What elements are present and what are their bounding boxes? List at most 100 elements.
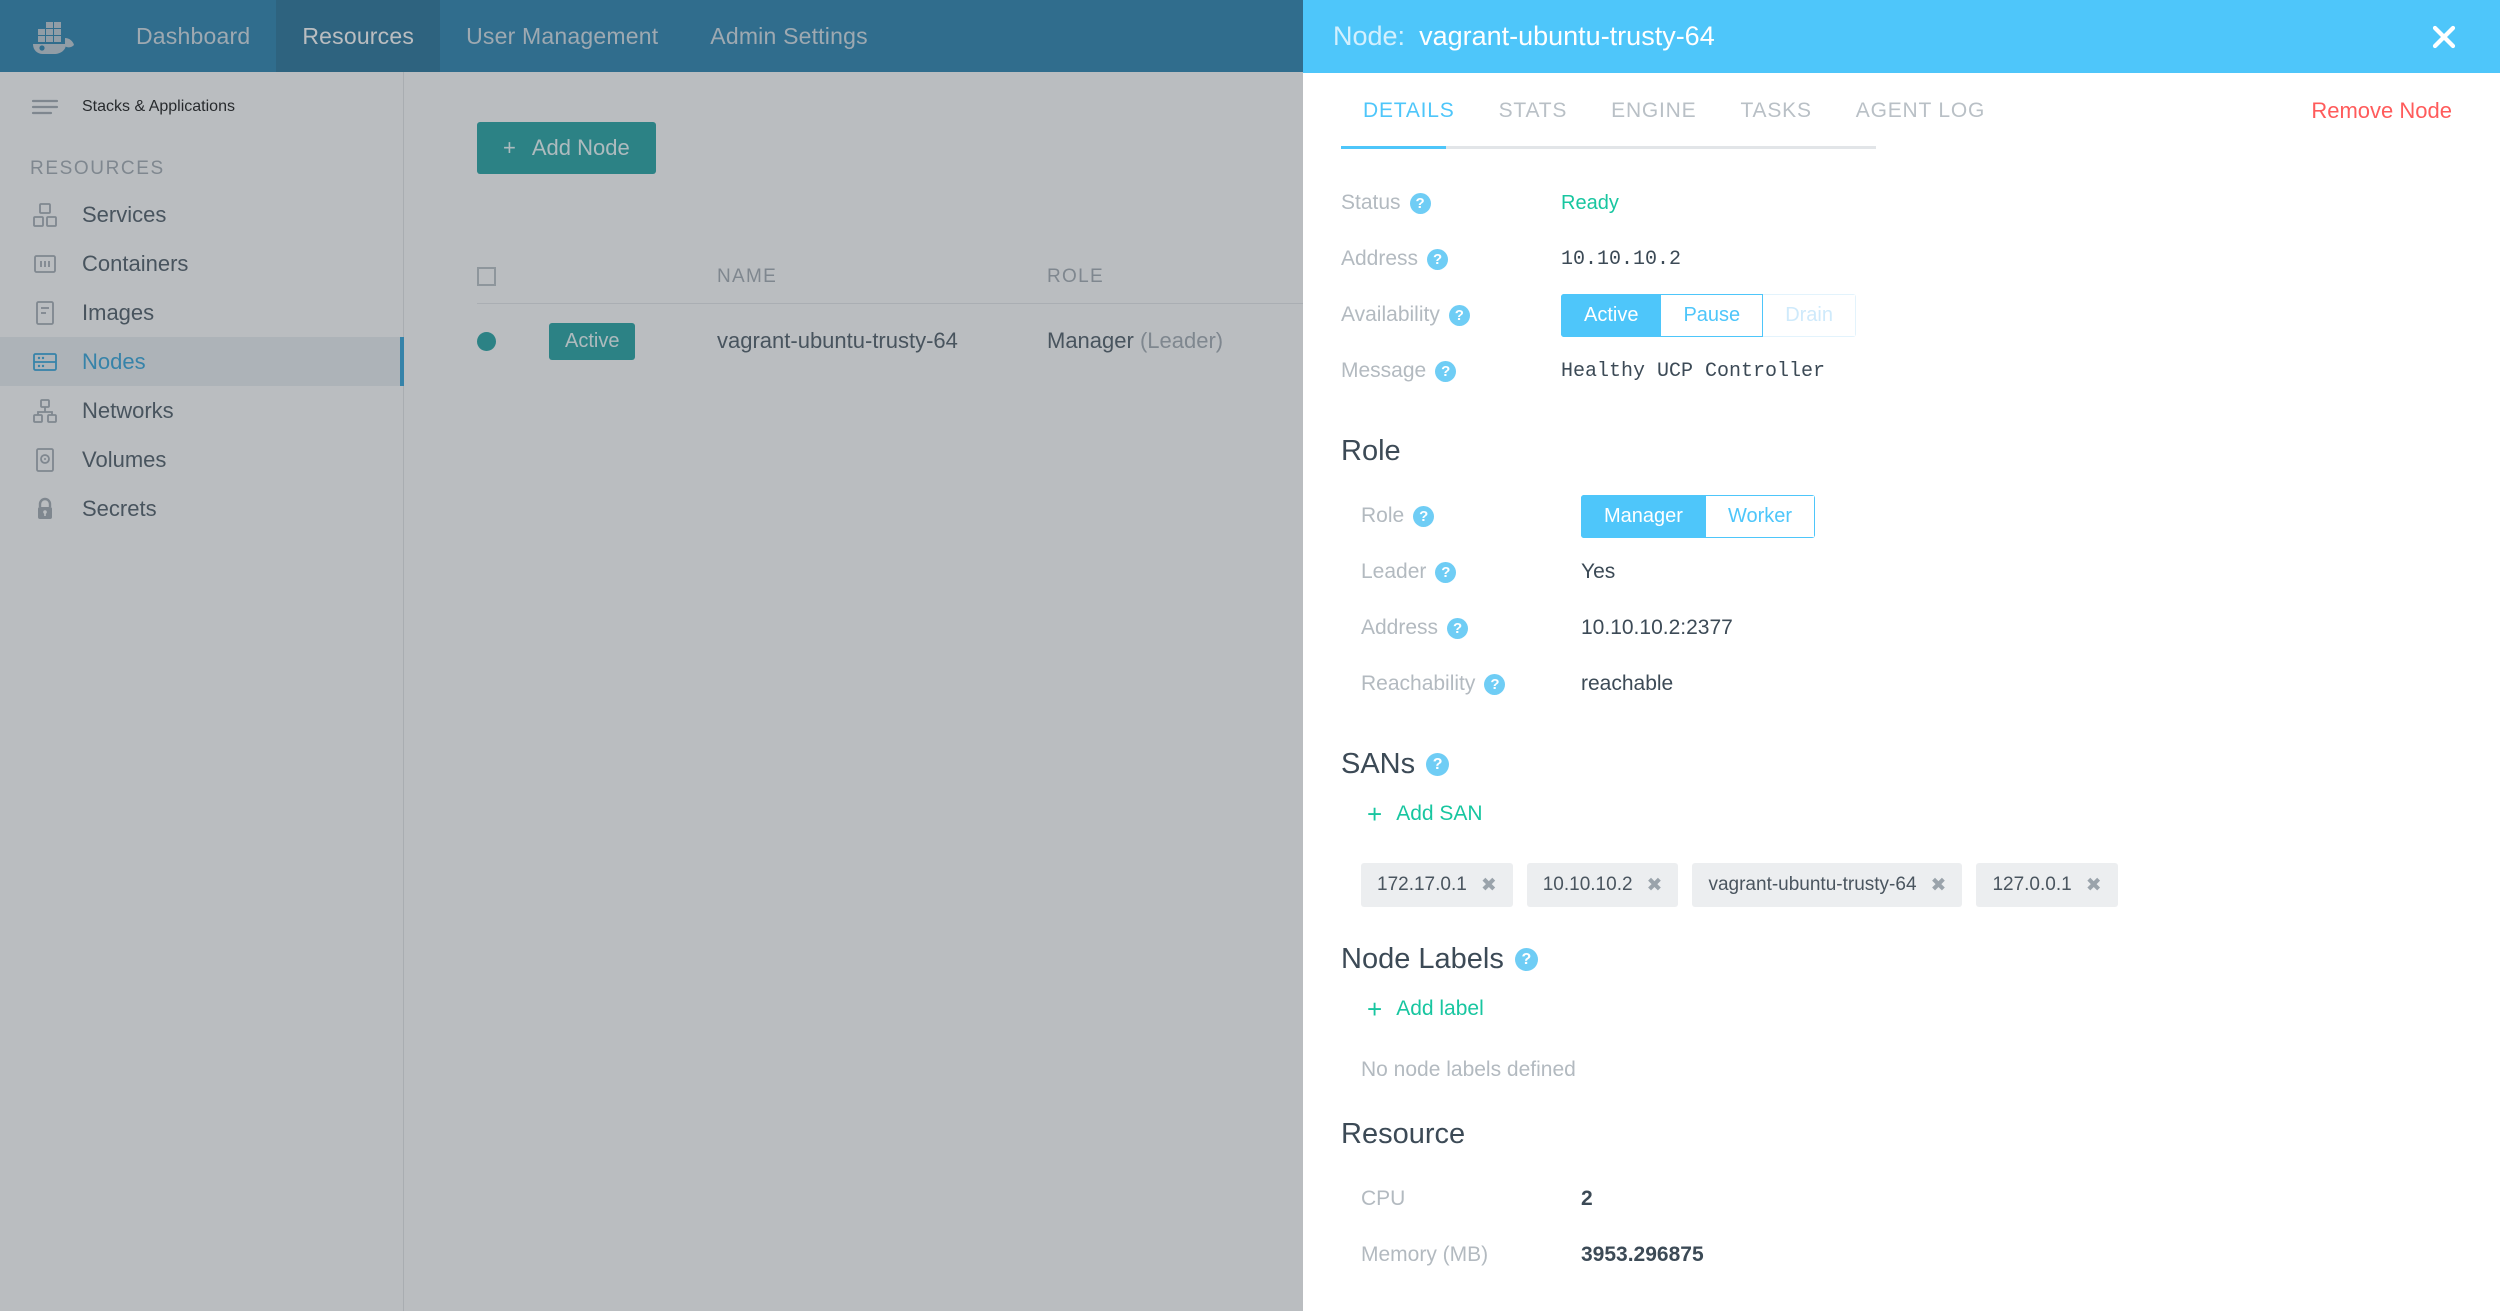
field-leader-label-wrap: Leader ? [1361, 560, 1581, 584]
remove-tag-icon[interactable]: ✖ [2086, 874, 2102, 897]
help-icon[interactable]: ? [1426, 753, 1450, 776]
field-role-address-value: 10.10.10.2:2377 [1581, 616, 1733, 639]
help-icon[interactable]: ? [1447, 617, 1469, 639]
availability-option-pause[interactable]: Pause [1661, 293, 1764, 337]
section-title-role-label: Role [1341, 435, 1401, 467]
field-cpu-label: CPU [1361, 1187, 1406, 1210]
tab-label: TASKS [1740, 99, 1812, 122]
field-availability-label: Availability [1341, 303, 1440, 326]
field-status-label: Status [1341, 191, 1401, 214]
availability-option-drain: Drain [1763, 293, 1856, 337]
section-title-resource-label: Resource [1341, 1118, 1466, 1150]
plus-icon: + [1367, 799, 1383, 829]
add-san-label: Add SAN [1396, 802, 1483, 825]
help-icon[interactable]: ? [1427, 248, 1449, 270]
role-toggle-group: Manager Worker [1581, 494, 1816, 538]
close-icon[interactable] [2424, 17, 2464, 57]
panel-body: Status ? Ready Address ? 10.10.10.2 Avai… [1303, 149, 2500, 1283]
san-tag: 172.17.0.1 ✖ [1361, 863, 1513, 907]
field-address: Address ? 10.10.10.2 [1341, 231, 2452, 287]
help-icon[interactable]: ? [1484, 673, 1506, 695]
field-address-label: Address [1341, 247, 1419, 270]
field-role-label-wrap: Role ? [1361, 504, 1581, 528]
remove-tag-icon[interactable]: ✖ [1481, 874, 1497, 897]
remove-tag-icon[interactable]: ✖ [1647, 874, 1663, 897]
field-message-label-wrap: Message ? [1341, 359, 1561, 383]
field-reachability-label: Reachability [1361, 672, 1476, 695]
field-memory-value: 3953.296875 [1581, 1243, 1704, 1266]
add-label-label: Add label [1396, 997, 1484, 1020]
help-icon[interactable]: ? [1448, 304, 1470, 326]
san-tag: vagrant-ubuntu-trusty-64 ✖ [1692, 863, 1963, 907]
san-tag: 10.10.10.2 ✖ [1526, 863, 1679, 907]
role-option-manager[interactable]: Manager [1581, 494, 1706, 538]
field-role: Role ? Manager Worker [1361, 488, 2452, 544]
panel-tabs: DETAILS STATS ENGINE TASKS AGENT LOG Rem… [1303, 73, 2500, 149]
san-tag: 127.0.0.1 ✖ [1976, 863, 2118, 907]
remove-tag-icon[interactable]: ✖ [1931, 874, 1947, 897]
field-cpu-value: 2 [1581, 1187, 1593, 1210]
field-status-value: Ready [1561, 191, 1619, 214]
tab-engine[interactable]: ENGINE [1589, 73, 1718, 149]
tab-tasks[interactable]: TASKS [1718, 73, 1833, 149]
help-icon[interactable]: ? [1435, 360, 1457, 382]
field-message: Message ? Healthy UCP Controller [1341, 343, 2452, 399]
field-address-value: 10.10.10.2 [1561, 247, 1682, 271]
help-icon[interactable]: ? [1435, 561, 1457, 583]
remove-node-button[interactable]: Remove Node [2311, 98, 2452, 124]
modal-backdrop[interactable] [0, 0, 1303, 1311]
tab-label: STATS [1498, 99, 1568, 122]
add-san-button[interactable]: + Add SAN [1367, 801, 1483, 827]
san-tag-label: 172.17.0.1 [1377, 874, 1467, 895]
help-icon[interactable]: ? [1413, 505, 1435, 527]
availability-option-active[interactable]: Active [1561, 293, 1662, 337]
availability-toggle-group: Active Pause Drain [1561, 293, 1856, 337]
tab-label: ENGINE [1611, 99, 1697, 122]
field-availability-label-wrap: Availability ? [1341, 303, 1561, 327]
field-leader: Leader ? Yes [1361, 544, 2452, 600]
san-tag-label: vagrant-ubuntu-trusty-64 [1708, 874, 1917, 895]
field-reachability-label-wrap: Reachability ? [1361, 672, 1581, 696]
san-tag-label: 10.10.10.2 [1542, 874, 1633, 895]
field-reachability: Reachability ? reachable [1361, 656, 2452, 712]
help-icon[interactable]: ? [1409, 192, 1431, 214]
tab-label: AGENT LOG [1855, 99, 1986, 122]
field-reachability-value: reachable [1581, 672, 1674, 695]
panel-header: Node: vagrant-ubuntu-trusty-64 [1303, 0, 2500, 73]
san-tag-label: 127.0.0.1 [1992, 874, 2072, 895]
field-message-value: Healthy UCP Controller [1561, 359, 1826, 383]
field-status: Status ? Ready [1341, 175, 2452, 231]
field-leader-label: Leader [1361, 560, 1427, 583]
plus-icon: + [1367, 994, 1383, 1024]
field-address-label-wrap: Address ? [1341, 247, 1561, 271]
section-title-role: Role [1341, 435, 2452, 468]
tabs-active-underline [1341, 146, 1446, 149]
tab-stats[interactable]: STATS [1477, 73, 1590, 149]
field-status-label-wrap: Status ? [1341, 191, 1561, 215]
role-option-worker[interactable]: Worker [1705, 494, 1816, 538]
field-role-address-label: Address [1361, 616, 1439, 639]
panel-kicker: Node: [1333, 21, 1406, 51]
field-cpu: CPU 2 [1361, 1171, 2452, 1227]
field-role-address: Address ? 10.10.10.2:2377 [1361, 600, 2452, 656]
tab-agent-log[interactable]: AGENT LOG [1834, 73, 2007, 149]
add-label-button[interactable]: + Add label [1367, 996, 1484, 1022]
field-availability: Availability ? Active Pause Drain [1341, 287, 2452, 343]
panel-title: vagrant-ubuntu-trusty-64 [1419, 21, 1715, 51]
section-title-sans-label: SANs [1341, 748, 1416, 780]
tab-label: DETAILS [1363, 99, 1455, 122]
field-leader-value: Yes [1581, 560, 1616, 583]
resource-fields: CPU 2 Memory (MB) 3953.296875 [1341, 1171, 2452, 1283]
field-memory: Memory (MB) 3953.296875 [1361, 1227, 2452, 1283]
field-memory-label: Memory (MB) [1361, 1243, 1489, 1266]
section-title-resource: Resource [1341, 1118, 2452, 1151]
tab-details[interactable]: DETAILS [1341, 73, 1477, 149]
field-role-label: Role [1361, 504, 1405, 527]
section-title-node-labels-label: Node Labels [1341, 943, 1504, 975]
san-tag-list: 172.17.0.1 ✖ 10.10.10.2 ✖ vagrant-ubuntu… [1361, 863, 2452, 907]
node-labels-empty-text: No node labels defined [1361, 1058, 1576, 1081]
section-title-node-labels: Node Labels ? [1341, 943, 2452, 976]
field-message-label: Message [1341, 359, 1427, 382]
help-icon[interactable]: ? [1514, 948, 1538, 971]
node-detail-panel: Node: vagrant-ubuntu-trusty-64 DETAILS S… [1303, 0, 2500, 1311]
